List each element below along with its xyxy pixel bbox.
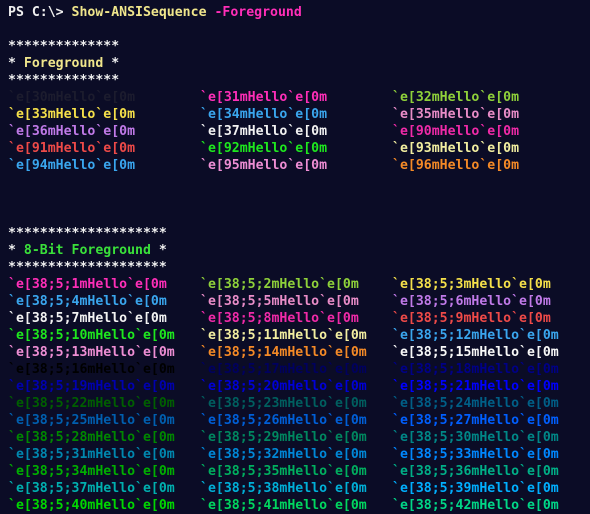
ansi-sample: `e[38;5;9mHello`e[0m bbox=[392, 311, 551, 326]
ansi-sample: `e[38;5;29mHello`e[0m bbox=[200, 430, 367, 445]
section-title: * Foreground * bbox=[8, 55, 590, 72]
ansi-sample: `e[38;5;10mHello`e[0m bbox=[8, 328, 175, 343]
command-parameter: -Foreground bbox=[214, 5, 302, 20]
ansi-sample: `e[38;5;36mHello`e[0m bbox=[392, 464, 559, 479]
section-title: * 8-Bit Foreground * bbox=[8, 242, 590, 259]
section-border: ******************** bbox=[8, 260, 167, 275]
sequence-row: `e[36mHello`e[0m `e[37mHello`e[0m `e[90mHe… bbox=[8, 123, 590, 140]
sequence-row: `e[38;5;31mHello`e[0m `e[38;5;32mHello`e[… bbox=[8, 446, 590, 463]
command-name: Show-ANSISequence bbox=[71, 5, 207, 20]
ansi-sample: `e[38;5;13mHello`e[0m bbox=[8, 345, 175, 360]
sequence-row: `e[38;5;4mHello`e[0m `e[38;5;5mHello`e[0m… bbox=[8, 293, 590, 310]
sequence-row: `e[38;5;22mHello`e[0m `e[38;5;23mHello`e[… bbox=[8, 395, 590, 412]
ansi-sample: `e[38;5;30mHello`e[0m bbox=[392, 430, 559, 445]
ansi-sample: `e[35mHello`e[0m bbox=[392, 107, 520, 122]
sequence-row: `e[38;5;37mHello`e[0m `e[38;5;38mHello`e[… bbox=[8, 480, 590, 497]
ansi-sample: `e[38;5;1mHello`e[0m bbox=[8, 277, 167, 292]
ansi-sample: `e[38;5;16mHello`e[0m bbox=[8, 362, 175, 377]
ansi-sample: `e[38;5;27mHello`e[0m bbox=[392, 413, 559, 428]
ansi-sample: `e[91mHello`e[0m bbox=[8, 141, 136, 156]
ansi-sample: `e[38;5;22mHello`e[0m bbox=[8, 396, 175, 411]
ansi-sample: `e[33mHello`e[0m bbox=[8, 107, 136, 122]
ansi-sample: `e[38;5;19mHello`e[0m bbox=[8, 379, 175, 394]
ansi-sample: `e[38;5;35mHello`e[0m bbox=[200, 464, 367, 479]
ansi-sample: `e[38;5;39mHello`e[0m bbox=[392, 481, 559, 496]
sequence-row: `e[91mHello`e[0m `e[92mHello`e[0m `e[93mHe… bbox=[8, 140, 590, 157]
sequence-row: `e[38;5;7mHello`e[0m `e[38;5;8mHello`e[0m… bbox=[8, 310, 590, 327]
ansi-sample: `e[30mHello`e[0m bbox=[8, 90, 136, 105]
ansi-sample: `e[38;5;12mHello`e[0m bbox=[392, 328, 559, 343]
ansi-sample: `e[38;5;18mHello`e[0m bbox=[392, 362, 559, 377]
sequence-row: `e[38;5;16mHello`e[0m `e[38;5;17mHello`e[… bbox=[8, 361, 590, 378]
ansi-sample: `e[93mHello`e[0m bbox=[392, 141, 520, 156]
sequence-row: `e[38;5;1mHello`e[0m `e[38;5;2mHello`e[0m… bbox=[8, 276, 590, 293]
prompt: PS C:\> bbox=[8, 5, 72, 20]
ansi-sample: `e[38;5;26mHello`e[0m bbox=[200, 413, 367, 428]
ansi-sample: `e[36mHello`e[0m bbox=[8, 124, 136, 139]
ansi-sample: `e[34mHello`e[0m bbox=[200, 107, 328, 122]
sequence-row: `e[38;5;10mHello`e[0m `e[38;5;11mHello`e[… bbox=[8, 327, 590, 344]
title-text: Foreground bbox=[23, 56, 104, 71]
ansi-sample: `e[38;5;28mHello`e[0m bbox=[8, 430, 175, 445]
ansi-sample: `e[38;5;25mHello`e[0m bbox=[8, 413, 175, 428]
terminal-output[interactable]: ` ` ' ' ` ' ' ' ` ' ' ` ' ' ' ' ` ' ' ' … bbox=[8, 0, 590, 514]
ansi-sample: `e[38;5;42mHello`e[0m bbox=[392, 498, 559, 513]
ansi-sample: `e[38;5;5mHello`e[0m bbox=[200, 294, 359, 309]
ansi-sample: `e[38;5;37mHello`e[0m bbox=[8, 481, 175, 496]
sequence-row: `e[38;5;19mHello`e[0m `e[38;5;20mHello`e[… bbox=[8, 378, 590, 395]
ansi-sample: `e[38;5;6mHello`e[0m bbox=[392, 294, 551, 309]
ansi-sample: `e[38;5;17mHello`e[0m bbox=[200, 362, 367, 377]
ansi-sample: `e[38;5;24mHello`e[0m bbox=[392, 396, 559, 411]
sequence-row: `e[38;5;13mHello`e[0m `e[38;5;14mHello`e[… bbox=[8, 344, 590, 361]
ansi-sample: `e[38;5;20mHello`e[0m bbox=[200, 379, 367, 394]
ansi-sample: `e[37mHello`e[0m bbox=[200, 124, 328, 139]
ansi-sample: `e[38;5;3mHello`e[0m bbox=[392, 277, 551, 292]
sequence-row: `e[38;5;28mHello`e[0m `e[38;5;29mHello`e[… bbox=[8, 429, 590, 446]
sequence-row: `e[33mHello`e[0m `e[34mHello`e[0m `e[35mHe… bbox=[8, 106, 590, 123]
sequence-row: `e[38;5;40mHello`e[0m `e[38;5;41mHello`e[… bbox=[8, 497, 590, 514]
ansi-sample: `e[38;5;41mHello`e[0m bbox=[200, 498, 367, 513]
ansi-sample: `e[38;5;34mHello`e[0m bbox=[8, 464, 175, 479]
ansi-sample: `e[38;5;4mHello`e[0m bbox=[8, 294, 167, 309]
sequence-row: `e[38;5;25mHello`e[0m `e[38;5;26mHello`e[… bbox=[8, 412, 590, 429]
ansi-sample: `e[32mHello`e[0m bbox=[392, 90, 520, 105]
ansi-sample: `e[38;5;23mHello`e[0m bbox=[200, 396, 367, 411]
title-prefix: * bbox=[8, 56, 24, 71]
section-border: ************** bbox=[8, 73, 120, 88]
section-border: ************** bbox=[8, 39, 120, 54]
sequence-row: `e[94mHello`e[0m `e[95mHello`e[0m `e[96mHe… bbox=[8, 157, 590, 174]
ansi-sample: `e[95mHello`e[0m bbox=[200, 158, 328, 173]
title-suffix: * bbox=[103, 56, 120, 71]
sequence-row: `e[38;5;34mHello`e[0m `e[38;5;35mHello`e[… bbox=[8, 463, 590, 480]
ansi-sample: `e[38;5;31mHello`e[0m bbox=[8, 447, 175, 462]
ansi-sample: `e[38;5;7mHello`e[0m bbox=[8, 311, 167, 326]
ansi-sample: `e[38;5;2mHello`e[0m bbox=[200, 277, 359, 292]
title-prefix: * bbox=[8, 243, 24, 258]
title-suffix: * bbox=[150, 243, 167, 258]
ansi-sample: `e[38;5;40mHello`e[0m bbox=[8, 498, 175, 513]
ansi-sample: `e[90mHello`e[0m bbox=[392, 124, 520, 139]
ansi-sample: `e[38;5;21mHello`e[0m bbox=[392, 379, 559, 394]
ansi-sample: `e[31mHello`e[0m bbox=[200, 90, 328, 105]
ansi-sample: `e[38;5;15mHello`e[0m bbox=[392, 345, 559, 360]
ansi-sample: `e[92mHello`e[0m bbox=[200, 141, 328, 156]
ansi-sample: `e[38;5;8mHello`e[0m bbox=[200, 311, 359, 326]
sequence-row: `e[30mHello`e[0m `e[31mHello`e[0m `e[32mHe… bbox=[8, 89, 590, 106]
ansi-sample: `e[38;5;32mHello`e[0m bbox=[200, 447, 367, 462]
ansi-sample: `e[38;5;33mHello`e[0m bbox=[392, 447, 559, 462]
section-border: ******************** bbox=[8, 226, 167, 241]
title-text: 8-Bit Foreground bbox=[23, 243, 151, 258]
ansi-sample: `e[94mHello`e[0m bbox=[8, 158, 136, 173]
ansi-sample: `e[38;5;38mHello`e[0m bbox=[200, 481, 367, 496]
command-line: PS C:\> Show-ANSISequence -Foreground bbox=[8, 4, 590, 21]
ansi-sample: `e[38;5;14mHello`e[0m bbox=[200, 345, 367, 360]
ansi-sample: `e[96mHello`e[0m bbox=[392, 158, 520, 173]
ansi-sample: `e[38;5;11mHello`e[0m bbox=[200, 328, 367, 343]
